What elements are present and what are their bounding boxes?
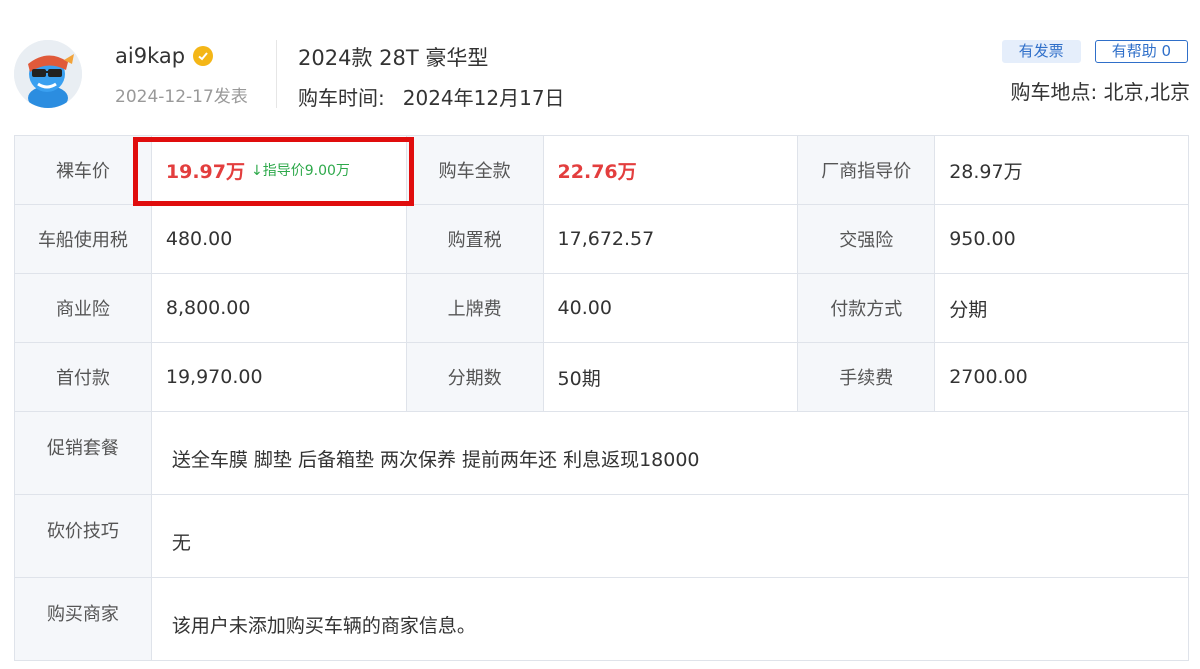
plate-fee-label: 上牌费: [406, 274, 544, 343]
installments-label: 分期数: [406, 343, 544, 412]
bargain-tips-label: 砍价技巧: [15, 495, 152, 578]
table-row: 砍价技巧 无: [15, 495, 1189, 578]
table-row: 车船使用税 480.00 购置税 17,672.57 交强险 950.00: [15, 205, 1189, 274]
buy-time: 购车时间: 2024年12月17日: [298, 82, 565, 111]
price-detail-table: 裸车价 19.97万 ↓指导价9.00万 购车全款 22.76万 厂商指导价 2…: [14, 135, 1189, 661]
down-payment-label: 首付款: [15, 343, 152, 412]
vehicle-tax-label: 车船使用税: [15, 205, 152, 274]
table-row: 首付款 19,970.00 分期数 50期 手续费 2700.00: [15, 343, 1189, 412]
avatar-illustration: [14, 40, 82, 108]
commercial-insurance-label: 商业险: [15, 274, 152, 343]
compulsory-insurance-label: 交强险: [798, 205, 936, 274]
promo-value: 送全车膜 脚垫 后备箱垫 两次保养 提前两年还 利息返现18000: [151, 412, 1189, 495]
username-row: ai9kap: [115, 42, 214, 70]
header-divider: [276, 40, 277, 108]
dealer-value: 该用户未添加购买车辆的商家信息。: [151, 578, 1189, 661]
buy-place: 购车地点: 北京,北京: [1010, 80, 1190, 104]
purchase-tax-value: 17,672.57: [543, 205, 799, 274]
dealer-label: 购买商家: [15, 578, 152, 661]
vehicle-tax-value: 480.00: [151, 205, 407, 274]
promo-label: 促销套餐: [15, 412, 152, 495]
buy-time-value: 2024年12月17日: [402, 86, 565, 110]
down-payment-value: 19,970.00: [151, 343, 407, 412]
compulsory-insurance-value: 950.00: [935, 205, 1189, 274]
buy-time-label: 购车时间:: [298, 86, 385, 110]
payment-method-label: 付款方式: [798, 274, 936, 343]
total-price-label: 购车全款: [406, 136, 544, 205]
car-model: 2024款 28T 豪华型: [298, 46, 489, 70]
table-row: 购买商家 该用户未添加购买车辆的商家信息。: [15, 578, 1189, 661]
bare-price-label: 裸车价: [15, 136, 152, 205]
table-row: 促销套餐 送全车膜 脚垫 后备箱垫 两次保养 提前两年还 利息返现18000: [15, 412, 1189, 495]
commercial-insurance-value: 8,800.00: [151, 274, 407, 343]
installments-value: 50期: [543, 343, 799, 412]
purchase-tax-label: 购置税: [406, 205, 544, 274]
total-price-amount: 22.76万: [557, 160, 637, 183]
username[interactable]: ai9kap: [115, 44, 185, 68]
review-tags: 有发票 有帮助 0: [1001, 40, 1188, 63]
verified-badge-icon: [193, 46, 214, 66]
msrp-label: 厂商指导价: [798, 136, 936, 205]
plate-fee-value: 40.00: [543, 274, 799, 343]
table-row: 商业险 8,800.00 上牌费 40.00 付款方式 分期: [15, 274, 1189, 343]
bargain-tips-value: 无: [151, 495, 1189, 578]
user-avatar[interactable]: [14, 40, 82, 108]
service-fee-label: 手续费: [798, 343, 936, 412]
post-date: 2024-12-17发表: [115, 87, 248, 107]
review-header: ai9kap 2024-12-17发表 2024款 28T 豪华型 购车时间: …: [0, 0, 1200, 130]
service-fee-value: 2700.00: [935, 343, 1189, 412]
msrp-value: 28.97万: [935, 136, 1189, 205]
helpful-button[interactable]: 有帮助 0: [1094, 40, 1188, 63]
price-highlight-annotation: [133, 137, 414, 206]
total-price-value: 22.76万: [543, 136, 799, 205]
payment-method-value: 分期: [935, 274, 1189, 343]
invoice-tag: 有发票: [1001, 40, 1081, 63]
